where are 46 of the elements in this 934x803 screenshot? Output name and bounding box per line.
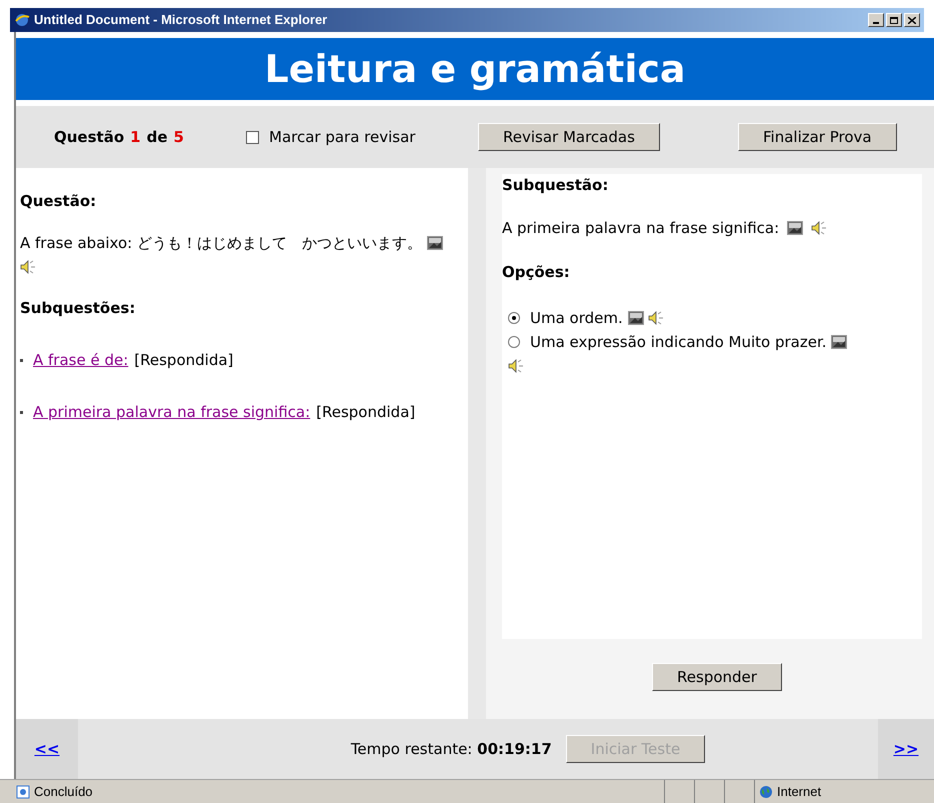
review-checkbox[interactable] xyxy=(246,130,259,144)
review-marked-button[interactable]: Revisar Marcadas xyxy=(478,123,660,151)
next-link[interactable]: >> xyxy=(893,738,919,760)
subquestion-heading: Subquestão: xyxy=(502,175,610,196)
speaker-icon xyxy=(20,259,36,276)
zone-text: Internet xyxy=(777,782,822,801)
subquestion-link[interactable]: A frase é de: xyxy=(33,349,128,371)
question-total: 5 xyxy=(174,126,184,148)
page-icon xyxy=(16,784,30,798)
question-of: de xyxy=(146,126,168,148)
options-heading: Opções: xyxy=(502,262,571,283)
image-icon xyxy=(426,236,443,250)
page-title: Leitura e gramática xyxy=(264,46,686,92)
option-label: Uma expressão indicando Muito prazer. xyxy=(530,332,827,350)
close-icon[interactable] xyxy=(904,13,920,27)
subquestion-text: A primeira palavra na frase significa: xyxy=(502,218,780,238)
image-icon xyxy=(628,311,644,326)
window-title: Untitled Document - Microsoft Internet Explorer xyxy=(34,11,328,30)
subquestion-link[interactable]: A primeira palavra na frase significa: xyxy=(33,401,310,423)
speaker-icon xyxy=(648,310,664,326)
minimize-icon[interactable] xyxy=(868,13,884,27)
globe-icon xyxy=(759,784,773,798)
question-number: 1 xyxy=(130,126,141,148)
option-label: Uma ordem. xyxy=(530,308,623,326)
status-text: Concluído xyxy=(34,782,94,801)
option-radio[interactable] xyxy=(508,312,520,324)
option-radio[interactable] xyxy=(508,336,520,348)
question-text: A frase abaixo: どうも！はじめまして かつといいます。 xyxy=(20,234,422,252)
answer-button[interactable]: Responder xyxy=(652,663,782,691)
image-icon xyxy=(831,335,848,350)
image-icon xyxy=(787,220,804,235)
bullet-icon xyxy=(20,410,23,414)
previous-link[interactable]: << xyxy=(34,738,60,760)
browser-icon xyxy=(14,12,30,28)
subquestions-heading: Subquestões: xyxy=(20,298,136,318)
speaker-icon xyxy=(508,358,524,374)
question-heading: Questão: xyxy=(20,191,98,212)
finish-button[interactable]: Finalizar Prova xyxy=(738,123,897,151)
answer-status: [Respondida] xyxy=(134,350,234,371)
bullet-icon xyxy=(20,358,23,362)
speaker-icon xyxy=(811,220,828,236)
time-label: Tempo restante: 00:19:17 xyxy=(350,738,552,760)
answer-status: [Respondida] xyxy=(316,402,416,423)
maximize-icon[interactable] xyxy=(886,13,902,27)
question-label: Questão xyxy=(54,126,124,148)
review-label: Marcar para revisar xyxy=(269,126,416,148)
